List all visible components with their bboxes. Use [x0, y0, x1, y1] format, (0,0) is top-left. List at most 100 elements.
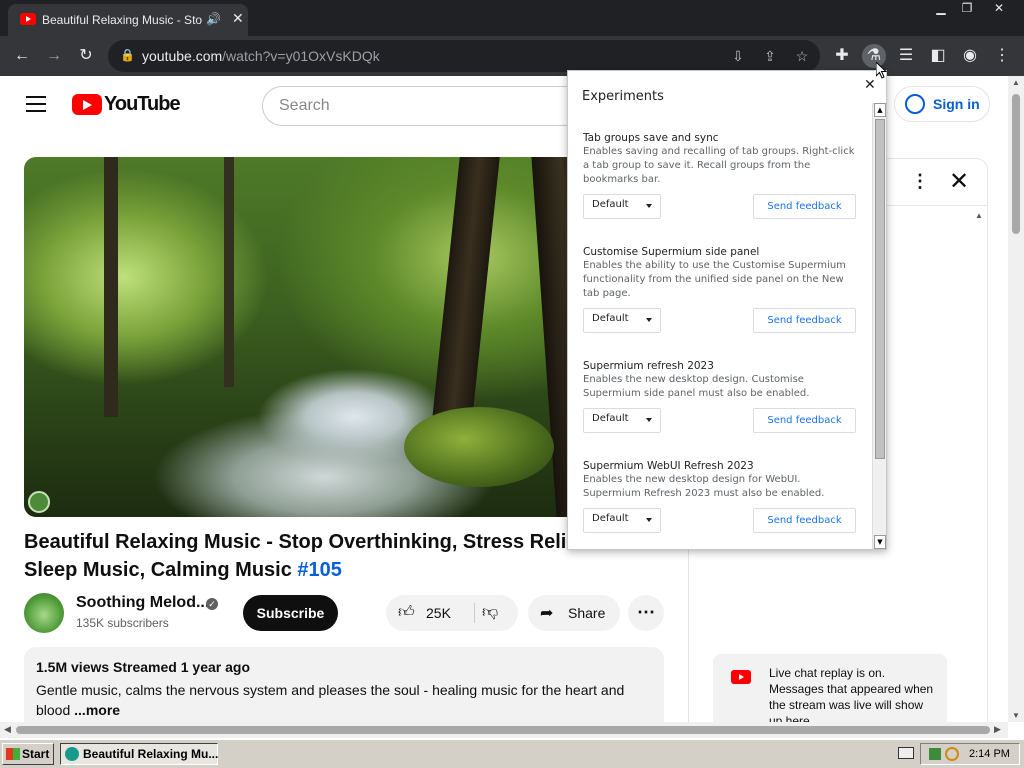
flag-select[interactable]: Default — [583, 408, 661, 433]
channel-name[interactable]: Soothing Melod... — [76, 594, 209, 612]
scrollbar-thumb[interactable] — [1012, 94, 1020, 234]
browser-tab[interactable]: Beautiful Relaxing Music - Stop 🔊 ✕ — [8, 4, 248, 36]
youtube-wordmark: YouTube — [104, 93, 181, 115]
lock-icon[interactable]: 🔒 — [120, 48, 135, 62]
scroll-up-icon[interactable]: ▲ — [874, 103, 886, 117]
chat-replay-text: Live chat replay is on. Messages that ap… — [769, 666, 934, 722]
tree-trunk — [224, 157, 234, 387]
share-icon: ➦ — [540, 605, 554, 622]
start-label: Start — [22, 747, 50, 761]
chat-scroll-up-icon[interactable]: ▲ — [975, 211, 983, 220]
start-button[interactable]: Start — [2, 743, 54, 765]
flag-description: Enables the new desktop design for WebUI… — [583, 474, 825, 499]
scroll-left-icon[interactable]: ◀ — [4, 724, 11, 735]
restore-icon[interactable]: ❐ — [952, 0, 982, 18]
send-feedback-button[interactable]: Send feedback — [753, 308, 856, 333]
send-feedback-button[interactable]: Send feedback — [753, 408, 856, 433]
description-more-link[interactable]: ...more — [74, 702, 120, 718]
youtube-favicon-icon — [20, 13, 36, 25]
speaker-icon[interactable]: 🔊 — [206, 12, 221, 26]
subscribe-button[interactable]: Subscribe — [243, 595, 338, 631]
flag-item: Customise Supermium side panel Enables t… — [583, 246, 856, 346]
media-control-icon[interactable]: ☰ — [894, 44, 918, 68]
clock[interactable]: 2:14 PM — [969, 748, 1010, 760]
thumbs-down-icon[interactable]: 👎︎ — [482, 603, 498, 622]
send-feedback-button[interactable]: Send feedback — [753, 508, 856, 533]
like-dislike-bar: 👍︎ 25K 👎︎ — [386, 595, 518, 631]
mossy-rock — [404, 407, 554, 487]
bookmark-star-icon[interactable]: ☆ — [792, 46, 812, 66]
scroll-up-icon[interactable]: ▲ — [1012, 78, 1020, 87]
like-count[interactable]: 25K — [426, 605, 451, 621]
scroll-down-icon[interactable]: ▼ — [1012, 711, 1020, 720]
sign-in-label: Sign in — [933, 96, 980, 112]
send-feedback-button[interactable]: Send feedback — [753, 194, 856, 219]
channel-subscribers: 135K subscribers — [76, 616, 169, 630]
experiments-popup: Experiments ✕ Tab groups save and sync E… — [567, 70, 887, 550]
chat-close-icon[interactable]: ✕ — [949, 167, 969, 196]
channel-avatar[interactable] — [24, 593, 64, 633]
taskbar: Start Beautiful Relaxing Mu... 2:14 PM — [0, 738, 1024, 768]
chat-more-icon[interactable]: ⋮ — [911, 171, 929, 192]
flag-item: Supermium WebUI Refresh 2023 Enables the… — [583, 460, 856, 550]
flag-select[interactable]: Default — [583, 194, 661, 219]
flag-item: Tab groups save and sync Enables saving … — [583, 132, 856, 232]
experiments-heading: Experiments — [582, 89, 664, 104]
profile-icon[interactable]: ◉ — [958, 44, 982, 68]
keyboard-icon[interactable] — [898, 747, 914, 759]
back-icon[interactable]: ← — [10, 44, 34, 68]
view-count-date: 1.5M views Streamed 1 year ago — [36, 659, 250, 675]
dropdown-arrow-icon — [646, 318, 652, 322]
thumbs-up-icon[interactable]: 👍︎ — [398, 603, 415, 622]
scrollbar-thumb[interactable] — [875, 119, 885, 459]
install-app-icon[interactable]: ⇩ — [728, 46, 748, 66]
windows-flag-icon — [6, 748, 20, 760]
url-text[interactable]: youtube.com/watch?v=y01OxVsKDQk — [142, 48, 380, 64]
side-panel-icon[interactable]: ◧ — [926, 44, 950, 68]
network-icon[interactable] — [929, 748, 941, 760]
video-title-line1: Beautiful Relaxing Music - Stop Overthin… — [24, 531, 607, 553]
scroll-down-icon[interactable]: ▼ — [874, 535, 886, 549]
video-title-line2: Sleep Music, Calming Music — [24, 559, 298, 581]
reload-icon[interactable]: ↻ — [74, 44, 98, 68]
description-text: Gentle music, calms the nervous system a… — [36, 680, 636, 720]
description-box[interactable]: 1.5M views Streamed 1 year ago Gentle mu… — [24, 647, 664, 722]
browser-menu-icon[interactable]: ⋮ — [990, 44, 1014, 68]
flag-select[interactable]: Default — [583, 308, 661, 333]
scrollbar-thumb[interactable] — [16, 726, 990, 734]
experiments-scrollbar[interactable]: ▲ ▼ — [872, 103, 886, 549]
account-icon — [905, 94, 925, 114]
extensions-icon[interactable]: ✚ — [830, 44, 854, 68]
youtube-icon — [731, 670, 751, 684]
flag-select[interactable]: Default — [583, 508, 661, 533]
tab-close-icon[interactable]: ✕ — [232, 10, 244, 27]
taskbar-window-label: Beautiful Relaxing Mu... — [83, 747, 219, 761]
window-close-icon[interactable]: ✕ — [984, 0, 1014, 18]
channel-watermark-icon[interactable] — [28, 491, 50, 513]
chat-replay-notice: Live chat replay is on. Messages that ap… — [713, 654, 947, 722]
search-tray-icon[interactable] — [945, 747, 959, 761]
search-input[interactable]: Search — [262, 86, 592, 126]
more-actions-button[interactable]: ⋯ — [628, 595, 664, 631]
flag-select-value: Default — [592, 199, 629, 210]
video-hashtag-link[interactable]: #105 — [297, 559, 342, 581]
hamburger-menu-icon[interactable] — [26, 96, 46, 112]
experiments-close-icon[interactable]: ✕ — [864, 77, 876, 93]
forward-icon[interactable]: → — [42, 44, 66, 68]
scroll-right-icon[interactable]: ▶ — [994, 724, 1001, 735]
flag-description: Enables the new desktop design. Customis… — [583, 374, 810, 399]
sign-in-button[interactable]: Sign in — [894, 86, 990, 122]
system-tray: 2:14 PM — [920, 743, 1020, 765]
share-page-icon[interactable]: ⇪ — [760, 46, 780, 66]
taskbar-window-button[interactable]: Beautiful Relaxing Mu... — [60, 743, 218, 765]
address-bar[interactable]: 🔒 youtube.com/watch?v=y01OxVsKDQk ⇩ ⇪ ☆ — [108, 40, 820, 72]
share-button[interactable]: ➦ Share — [528, 595, 620, 631]
horizontal-scrollbar[interactable]: ◀ ▶ — [0, 722, 1008, 738]
vertical-scrollbar[interactable]: ▲ ▼ — [1008, 76, 1024, 722]
dropdown-arrow-icon — [646, 418, 652, 422]
browser-icon — [65, 747, 79, 761]
flag-description: Enables the ability to use the Customise… — [583, 260, 846, 299]
youtube-play-icon — [72, 94, 102, 115]
divider — [474, 603, 475, 623]
flag-select-value: Default — [592, 413, 629, 424]
